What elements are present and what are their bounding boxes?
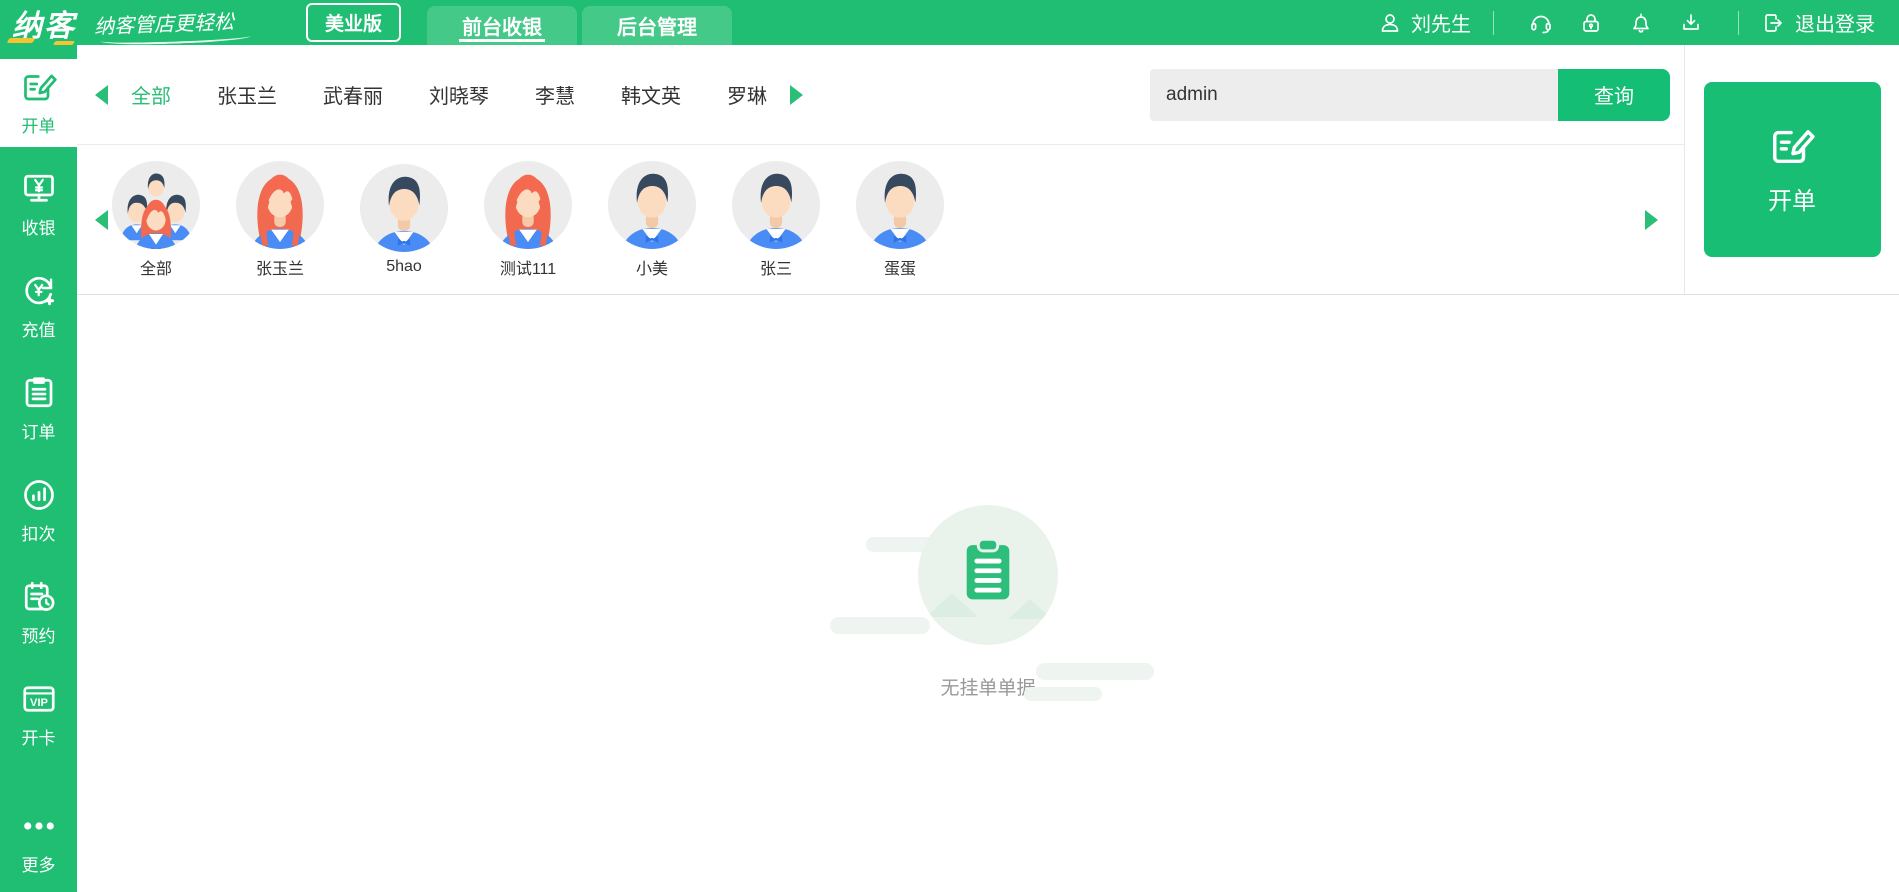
recharge-icon	[21, 273, 57, 309]
avatar-male	[360, 164, 448, 252]
staff-panel: 全部 张玉兰 武春丽 刘晓琴 李慧 韩文英 罗琳 查询 全部	[77, 45, 1899, 295]
search-button[interactable]: 查询	[1558, 68, 1670, 121]
empty-state: 无挂单单据	[830, 505, 1154, 701]
staff-tab[interactable]: 韩文英	[621, 80, 681, 109]
sidebar-item-deduct-count[interactable]: 扣次	[0, 467, 77, 555]
bell-icon[interactable]	[1629, 11, 1653, 35]
staff-card[interactable]: 5hao	[356, 164, 452, 276]
cashier-icon	[21, 171, 57, 207]
logout-icon	[1761, 11, 1785, 35]
sidebar-item-orders[interactable]: 订单	[0, 365, 77, 453]
quick-action-panel: 开单	[1684, 45, 1899, 294]
avatar-male	[732, 161, 820, 249]
staff-card[interactable]: 测试111	[480, 161, 576, 279]
staff-card[interactable]: 张三	[728, 161, 824, 279]
staff-column: 全部 张玉兰 武春丽 刘晓琴 李慧 韩文英 罗琳 查询 全部	[77, 45, 1684, 294]
cloud-decoration	[1024, 687, 1102, 701]
left-sidebar: 开单 收银 充值 订单 扣次 预约 开卡 更多	[0, 45, 77, 892]
headset-icon[interactable]	[1529, 11, 1553, 35]
staff-card[interactable]: 张玉兰	[232, 161, 328, 279]
scroll-right-icon[interactable]	[1645, 209, 1658, 230]
sidebar-item-cashier[interactable]: 收银	[0, 161, 77, 249]
staff-avatar-row: 全部 张玉兰 5hao 测试111 小美 张三 蛋蛋	[77, 145, 1684, 294]
orders-icon	[21, 375, 57, 411]
staff-tabs-row: 全部 张玉兰 武春丽 刘晓琴 李慧 韩文英 罗琳 查询	[77, 45, 1684, 145]
lock-icon[interactable]	[1579, 11, 1603, 35]
avatar-female	[484, 161, 572, 249]
main-content: 全部 张玉兰 武春丽 刘晓琴 李慧 韩文英 罗琳 查询 全部	[77, 45, 1899, 892]
appointment-icon	[21, 579, 57, 615]
sidebar-item-more[interactable]: 更多	[0, 798, 77, 886]
avatar-male	[856, 161, 944, 249]
staff-tab[interactable]: 罗琳	[727, 80, 767, 109]
staff-card[interactable]: 蛋蛋	[852, 161, 948, 279]
avatar-female	[236, 161, 324, 249]
divider	[1493, 10, 1494, 35]
avatar-male	[608, 161, 696, 249]
tab-backend-management[interactable]: 后台管理	[582, 6, 733, 45]
main-nav-tabs: 前台收银 后台管理	[427, 6, 733, 45]
tab-front-desk-cashier[interactable]: 前台收银	[427, 6, 578, 45]
vip-card-icon	[21, 681, 57, 717]
empty-illustration	[830, 505, 1154, 701]
staff-tab-all[interactable]: 全部	[131, 80, 171, 109]
staff-tab[interactable]: 武春丽	[323, 80, 383, 109]
edit-order-icon	[21, 69, 57, 105]
search-input[interactable]	[1150, 68, 1558, 121]
avatar-group	[112, 161, 200, 249]
current-user[interactable]: 刘先生	[1378, 8, 1471, 37]
staff-tab[interactable]: 刘晓琴	[429, 80, 489, 109]
scroll-left-icon[interactable]	[95, 209, 108, 230]
edit-order-icon	[1769, 123, 1815, 169]
divider	[1738, 10, 1739, 35]
staff-tab[interactable]: 李慧	[535, 80, 575, 109]
user-name: 刘先生	[1411, 14, 1471, 36]
sidebar-item-appointment[interactable]: 预约	[0, 569, 77, 657]
clipboard-icon	[957, 537, 1019, 607]
cloud-decoration	[1036, 663, 1154, 680]
new-order-button[interactable]: 开单	[1703, 82, 1881, 257]
more-icon	[21, 808, 57, 844]
header-right-cluster: 刘先生 退出登录	[1378, 8, 1875, 37]
pending-orders-area: 无挂单单据	[77, 295, 1899, 701]
sidebar-item-vip-card[interactable]: 开卡	[0, 671, 77, 759]
brand-slogan: 纳客管店更轻松	[94, 6, 235, 40]
cloud-decoration	[830, 617, 930, 634]
user-icon	[1378, 11, 1402, 35]
staff-tab[interactable]: 张玉兰	[217, 80, 277, 109]
search-group: 查询	[1150, 68, 1670, 121]
top-header: 纳客 纳客管店更轻松 美业版 前台收银 后台管理 刘先生 退出登录	[0, 0, 1899, 45]
deduct-count-icon	[21, 477, 57, 513]
staff-card-all[interactable]: 全部	[108, 161, 204, 279]
empty-state-message: 无挂单单据	[940, 678, 1036, 699]
logout-button[interactable]: 退出登录	[1761, 8, 1875, 37]
scroll-right-icon[interactable]	[790, 84, 803, 105]
sidebar-item-recharge[interactable]: 充值	[0, 263, 77, 351]
scroll-left-icon[interactable]	[95, 84, 108, 105]
staff-card[interactable]: 小美	[604, 161, 700, 279]
edition-badge[interactable]: 美业版	[306, 3, 402, 42]
sidebar-item-open-order[interactable]: 开单	[0, 59, 77, 147]
app-logo: 纳客	[12, 1, 76, 45]
download-icon[interactable]	[1679, 11, 1703, 35]
